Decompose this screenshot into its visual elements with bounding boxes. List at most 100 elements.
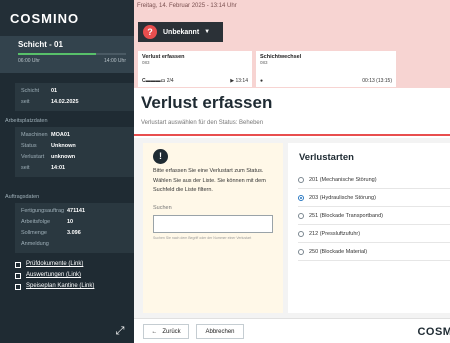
kv-value: unknown bbox=[51, 154, 76, 160]
kv-key: Verlustart bbox=[21, 154, 45, 160]
link-label: Auswertungen (Link) bbox=[26, 272, 82, 278]
kv-key: Sollmenge bbox=[21, 230, 47, 236]
external-link-icon bbox=[15, 261, 21, 268]
kv-key: Anmeldung bbox=[21, 241, 49, 247]
radio-button[interactable] bbox=[298, 230, 304, 237]
kv-key: Maschinen bbox=[21, 132, 48, 138]
sidebar-links: Prüfdokumente (Link) Auswertungen (Link)… bbox=[15, 259, 134, 292]
loss-types-title: Verlustarten bbox=[299, 152, 354, 163]
kv-key: Schicht bbox=[21, 88, 40, 94]
kv-row: Arbeitsfolge 10 bbox=[21, 217, 134, 228]
option-label: 251 (Blockade Transportband) bbox=[309, 212, 383, 219]
app-logo: COSMINO bbox=[0, 0, 134, 36]
option-label: 203 (Hydraulische Störung) bbox=[309, 194, 376, 201]
shift-progress-fill bbox=[18, 53, 96, 55]
question-icon: ? bbox=[143, 25, 157, 39]
loss-type-option[interactable]: 203 (Hydraulische Störung) bbox=[298, 189, 450, 207]
kv-value: Unknown bbox=[51, 143, 76, 149]
radio-button[interactable] bbox=[298, 176, 304, 183]
shift-end: 14:00 Uhr bbox=[104, 58, 126, 64]
card-subtitle: 083 bbox=[260, 60, 268, 65]
status-dropdown[interactable]: ? Unbekannt ▼ bbox=[138, 22, 223, 42]
page-subtitle: Verlustart auswählen für den Status: Beh… bbox=[141, 120, 264, 126]
cancel-label: Abbrechen bbox=[205, 328, 235, 335]
expand-icon[interactable]: ⤢ bbox=[112, 323, 128, 339]
shift-times: 06:00 Uhr 14:00 Uhr bbox=[18, 58, 126, 64]
external-link-icon bbox=[15, 283, 21, 290]
kv-row: Status Unknown bbox=[21, 141, 134, 152]
option-label: 212 (Pressluftzufuhr) bbox=[309, 230, 361, 237]
link-speiseplan[interactable]: Speiseplan Kantine (Link) bbox=[15, 281, 134, 292]
battery-icon: C▬▬▬▭ bbox=[142, 78, 166, 84]
kv-row: Verlustart unknown bbox=[21, 152, 134, 163]
content-area: ! Bitte erfassen Sie eine Verlustart zum… bbox=[134, 138, 450, 318]
link-label: Prüfdokumente (Link) bbox=[26, 261, 84, 267]
link-auswertungen[interactable]: Auswertungen (Link) bbox=[15, 270, 134, 281]
shift-name: Schicht - 01 bbox=[18, 40, 63, 49]
link-label: Speiseplan Kantine (Link) bbox=[26, 283, 95, 289]
kv-row: Anmeldung bbox=[21, 239, 134, 250]
datetime-display: Freitag, 14. Februar 2025 - 13:14 Uhr bbox=[137, 3, 237, 9]
arrow-left-icon: ← bbox=[151, 328, 158, 335]
order-panel: Fertigungsauftrag 471141 Arbeitsfolge 10… bbox=[15, 203, 134, 253]
search-hint: Suchen Sie nach dem Begriff oder der Num… bbox=[153, 236, 252, 240]
brand-logo: COSMI bbox=[417, 326, 450, 338]
loss-type-option[interactable]: 201 (Mechanische Störung) bbox=[298, 171, 450, 189]
kv-value: 3.096 bbox=[67, 230, 81, 236]
sidebar: COSMINO Schicht - 01 06:00 Uhr 14:00 Uhr… bbox=[0, 0, 134, 343]
search-input[interactable] bbox=[153, 214, 273, 233]
instructions-text: Bitte erfassen Sie eine Verlustart zum S… bbox=[153, 168, 266, 193]
kv-key: seit bbox=[21, 99, 30, 105]
card-subtitle: 083 bbox=[142, 60, 150, 65]
card-foot-right: ▶ 13:14 bbox=[230, 78, 248, 84]
shift-start: 06:00 Uhr bbox=[18, 58, 40, 64]
kv-row: Sollmenge 3.096 bbox=[21, 228, 134, 239]
shift-panel: Schicht - 01 06:00 Uhr 14:00 Uhr bbox=[0, 36, 134, 73]
shift-info-panel: Schicht 01 seit 14.02.2025 bbox=[15, 83, 134, 111]
kv-value: 10 bbox=[67, 219, 74, 225]
kv-row: Maschinen MOA01 bbox=[21, 130, 134, 141]
kv-row: Fertigungsauftrag 471141 bbox=[21, 206, 134, 217]
cancel-button[interactable]: Abbrechen bbox=[196, 324, 244, 339]
page-header: Verlust erfassen Verlustart auswählen fü… bbox=[134, 88, 450, 140]
workplace-panel: Maschinen MOA01 Status Unknown Verlustar… bbox=[15, 127, 134, 177]
kv-key: Arbeitsfolge bbox=[21, 219, 51, 225]
back-label: Zurück bbox=[162, 328, 181, 335]
link-pruefdokumente[interactable]: Prüfdokumente (Link) bbox=[15, 259, 134, 270]
card-foot-left-value: 2/4 bbox=[166, 78, 174, 84]
back-button[interactable]: ← Zurück bbox=[143, 324, 189, 339]
kv-value: 01 bbox=[51, 88, 58, 94]
card-schichtwechsel[interactable]: Schichtwechsel 083 ● 00:13 (13:15) bbox=[256, 51, 396, 87]
kv-value: 471141 bbox=[67, 208, 86, 214]
card-verlust-erfassen[interactable]: Verlust erfassen 083 C▬▬▬▭ 2/4 ▶ 13:14 bbox=[138, 51, 252, 87]
radio-button[interactable] bbox=[298, 194, 304, 201]
instructions-panel: ! Bitte erfassen Sie eine Verlustart zum… bbox=[143, 143, 283, 313]
shift-progress-bar bbox=[18, 53, 126, 55]
bottom-bar: ← Zurück Abbrechen COSMI bbox=[134, 318, 450, 343]
loss-types-panel: Verlustarten 201 (Mechanische Störung) 2… bbox=[288, 143, 450, 313]
card-foot-left: ● bbox=[260, 78, 264, 84]
card-footer: C▬▬▬▭ 2/4 ▶ 13:14 bbox=[142, 78, 248, 84]
status-topbar: Freitag, 14. Februar 2025 - 13:14 Uhr ? … bbox=[134, 0, 450, 88]
order-section-title: Auftragsdaten bbox=[5, 194, 40, 200]
option-label: 201 (Mechanische Störung) bbox=[309, 176, 377, 183]
kv-value: 14.02.2025 bbox=[51, 99, 79, 105]
radio-button[interactable] bbox=[298, 248, 304, 255]
loss-type-option[interactable]: 212 (Pressluftzufuhr) bbox=[298, 225, 450, 243]
kv-key: Status bbox=[21, 143, 37, 149]
kv-row: Schicht 01 bbox=[21, 86, 134, 97]
accent-divider bbox=[134, 134, 450, 136]
card-footer: ● 00:13 (13:15) bbox=[260, 78, 392, 84]
main-area: Freitag, 14. Februar 2025 - 13:14 Uhr ? … bbox=[134, 0, 450, 343]
kv-key: Fertigungsauftrag bbox=[21, 208, 65, 214]
loss-type-option[interactable]: 251 (Blockade Transportband) bbox=[298, 207, 450, 225]
kv-value: 14:01 bbox=[51, 165, 66, 171]
kv-row: seit 14.02.2025 bbox=[21, 97, 134, 108]
kv-value: MOA01 bbox=[51, 132, 70, 138]
radio-button[interactable] bbox=[298, 212, 304, 219]
kv-row: seit 14:01 bbox=[21, 163, 134, 174]
loss-type-option[interactable]: 250 (Blockade Material) bbox=[298, 243, 450, 261]
caret-down-icon: ▼ bbox=[204, 29, 211, 35]
search-label: Suchen bbox=[153, 204, 172, 211]
page-title: Verlust erfassen bbox=[141, 93, 273, 112]
